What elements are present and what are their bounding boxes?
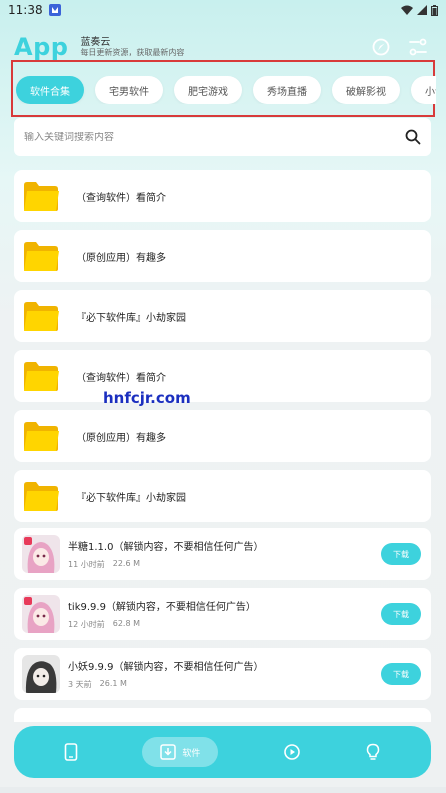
nav-ideas[interactable] [365,737,381,767]
category-chip-1[interactable]: 宅男软件 [95,76,163,104]
category-chip-3[interactable]: 秀场直播 [253,76,321,104]
folder-title: （原创应用）有趣多 [76,252,166,264]
folder-row[interactable]: （查询软件）看简介 [14,350,431,402]
compass-icon[interactable] [372,38,390,56]
folder-row[interactable]: 『必下软件库』小劫家园 [14,470,431,522]
list-item-partial [14,708,431,722]
folder-title: （原创应用）有趣多 [76,432,166,444]
folder-title: 『必下软件库』小劫家园 [76,312,186,324]
download-box-icon [160,744,177,760]
app-thumbnail [22,535,60,573]
folder-icon [24,362,59,391]
download-button[interactable]: 下载 [381,603,421,625]
system-gesture-bar [0,787,446,793]
search-icon[interactable] [405,129,421,145]
nav-software-label: 软件 [182,748,201,759]
folder-title: （查询软件）看简介 [76,372,166,384]
cell-signal-icon [417,5,427,15]
app-size: 26.1 M [99,679,127,688]
app-size: 22.6 M [112,559,140,568]
search-bar [14,118,431,156]
folder-icon [24,182,59,211]
folder-title: 『必下软件库』小劫家园 [76,492,186,504]
folder-icon [24,302,59,331]
wifi-icon [401,5,413,15]
nav-video[interactable] [283,737,301,767]
folder-row[interactable]: （原创应用）有趣多 [14,410,431,462]
app-title: 半糖1.1.0（解锁内容，不要相信任何广告） [68,542,264,553]
play-circle-icon [283,744,300,760]
download-button[interactable]: 下载 [381,543,421,565]
app-time: 12 小时前 [68,620,105,629]
app-title: tik9.9.9（解锁内容，不要相信任何广告） [68,602,256,613]
brand-tagline: 每日更新资源，获取最新内容 [80,48,185,58]
category-chip-0[interactable]: 软件合集 [16,76,84,104]
status-bar: 11:38 [0,0,446,20]
brand-name: 蓝奏云 [80,36,111,48]
app-thumbnail [22,655,60,693]
folder-row[interactable]: 『必下软件库』小劫家园 [14,290,431,342]
search-input[interactable] [24,131,405,143]
settings-sliders-icon[interactable] [408,38,428,56]
battery-icon [431,4,438,16]
category-chip-4[interactable]: 破解影视 [332,76,400,104]
bottom-nav: 软件 [14,726,431,778]
notification-app-icon [48,4,61,16]
app-header: App 蓝奏云 每日更新资源，获取最新内容 [14,32,434,62]
app-row[interactable]: 半糖1.1.0（解锁内容，不要相信任何广告） 11 小时前 22.6 M 下载 [14,528,431,580]
category-chip-5[interactable]: 小说漫画 [411,76,436,104]
app-size: 62.8 M [112,619,140,628]
watermark-text: hnfcjr.com [103,389,191,407]
download-button[interactable]: 下载 [381,663,421,685]
folder-title: （查询软件）看简介 [76,192,166,204]
app-time: 11 小时前 [68,560,105,569]
folder-icon [24,242,59,271]
app-title: 小妖9.9.9（解锁内容，不要相信任何广告） [68,662,264,673]
app-thumbnail [22,595,60,633]
folder-row[interactable]: （原创应用）有趣多 [14,230,431,282]
app-row[interactable]: tik9.9.9（解锁内容，不要相信任何广告） 12 小时前 62.8 M 下载 [14,588,431,640]
folder-icon [24,422,59,451]
folder-row[interactable]: （查询软件）看简介 [14,170,431,222]
phone-icon [64,743,78,761]
folder-icon [24,482,59,511]
lightbulb-icon [366,743,380,760]
nav-software[interactable]: 软件 [142,737,219,767]
app-time: 3 天前 [68,680,92,689]
status-time: 11:38 [8,3,43,17]
brand-subtitle: 蓝奏云 每日更新资源，获取最新内容 [80,37,184,58]
brand-logo-text: App [14,33,69,61]
app-row[interactable]: 小妖9.9.9（解锁内容，不要相信任何广告） 3 天前 26.1 M 下载 [14,648,431,700]
category-tabs: 软件合集 宅男软件 肥宅游戏 秀场直播 破解影视 小说漫画 [16,76,436,104]
category-chip-2[interactable]: 肥宅游戏 [174,76,242,104]
nav-phone[interactable] [64,737,78,767]
